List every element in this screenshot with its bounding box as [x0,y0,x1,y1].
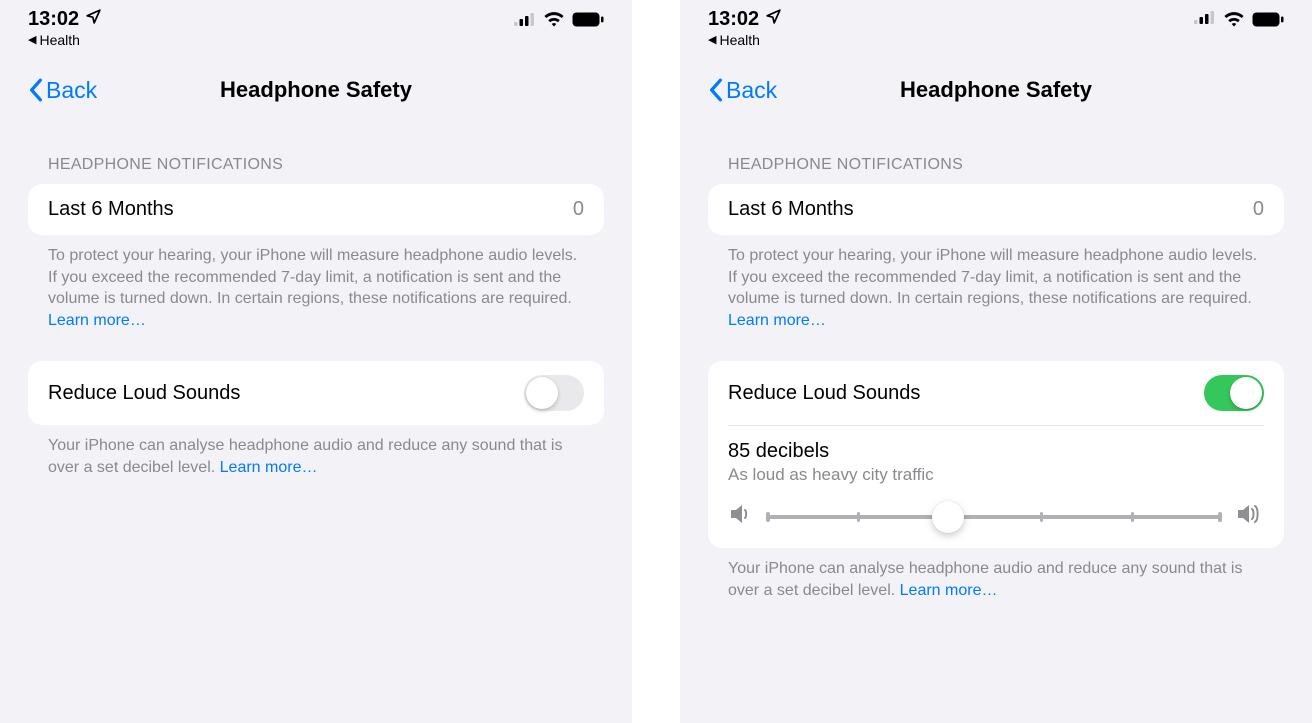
reduce-loud-sounds-cell: Reduce Loud Sounds [28,361,604,425]
page-title: Headphone Safety [28,77,604,103]
reduce-loud-sounds-cell: Reduce Loud Sounds [708,361,1284,425]
reduce-footer: Your iPhone can analyse headphone audio … [28,425,604,478]
status-time: 13:02 [708,8,759,31]
volume-low-icon [728,503,752,530]
screen-reduce-off: 13:02 ◀ Health Back Headphone Safety HE [0,0,632,723]
cellular-icon [1194,10,1216,29]
notifications-group: Last 6 Months 0 [708,184,1284,235]
section-header-notifications: HEADPHONE NOTIFICATIONS [708,156,1284,174]
notifications-period-cell[interactable]: Last 6 Months 0 [28,184,604,235]
back-button[interactable]: Back [28,77,97,104]
decibel-slider[interactable] [766,515,1222,519]
status-left: 13:02 [708,8,782,31]
location-icon [85,8,102,25]
status-time: 13:02 [28,8,79,31]
reduce-learn-more-link[interactable]: Learn more… [220,459,318,476]
battery-icon [572,12,604,27]
notifications-period-cell[interactable]: Last 6 Months 0 [708,184,1284,235]
reduce-loud-sounds-label: Reduce Loud Sounds [48,382,240,405]
page-title: Headphone Safety [708,77,1284,103]
status-icons [514,11,604,27]
breadcrumb-app: Health [39,32,79,48]
nav-bar: Back Headphone Safety [28,70,604,110]
status-bar: 13:02 [28,0,604,30]
notifications-learn-more-link[interactable]: Learn more… [48,312,146,329]
back-label: Back [726,77,777,104]
breadcrumb[interactable]: ◀ Health [708,32,1284,48]
breadcrumb-app: Health [719,32,759,48]
nav-bar: Back Headphone Safety [708,70,1284,110]
reduce-loud-sounds-label: Reduce Loud Sounds [728,382,920,405]
battery-icon [1252,12,1284,27]
slider-thumb[interactable] [932,501,964,533]
back-button[interactable]: Back [708,77,777,104]
notifications-group: Last 6 Months 0 [28,184,604,235]
back-label: Back [46,77,97,104]
reduce-footer: Your iPhone can analyse headphone audio … [708,548,1284,601]
reduce-loud-sounds-toggle[interactable] [1204,375,1264,411]
notifications-footer: To protect your hearing, your iPhone wil… [28,235,604,331]
cellular-icon [514,12,536,26]
notifications-count: 0 [1253,198,1264,221]
volume-high-icon [1236,503,1264,530]
wifi-icon [543,11,565,27]
notifications-period-label: Last 6 Months [48,198,174,221]
reduce-group: Reduce Loud Sounds 85 decibels As loud a… [708,361,1284,548]
decibel-subcell: 85 decibels As loud as heavy city traffi… [728,425,1264,548]
reduce-loud-sounds-toggle[interactable] [524,375,584,411]
decibel-compare: As loud as heavy city traffic [728,465,1264,485]
breadcrumb[interactable]: ◀ Health [28,32,604,48]
notifications-count: 0 [573,198,584,221]
notifications-learn-more-link[interactable]: Learn more… [728,312,826,329]
notifications-footer: To protect your hearing, your iPhone wil… [708,235,1284,331]
decibel-value: 85 decibels [728,440,1264,463]
breadcrumb-back-icon: ◀ [28,33,36,46]
section-header-notifications: HEADPHONE NOTIFICATIONS [28,156,604,174]
wifi-icon [1223,11,1245,27]
notifications-period-label: Last 6 Months [728,198,854,221]
reduce-learn-more-link[interactable]: Learn more… [900,582,998,599]
location-icon [765,8,782,25]
breadcrumb-back-icon: ◀ [708,33,716,46]
status-bar: 13:02 [708,0,1284,30]
screen-reduce-on: 13:02 ◀ Health Back Headphone Safety HE [680,0,1312,723]
status-left: 13:02 [28,8,102,31]
reduce-group: Reduce Loud Sounds [28,361,604,425]
decibel-slider-row [728,503,1264,530]
status-icons [1194,10,1284,29]
